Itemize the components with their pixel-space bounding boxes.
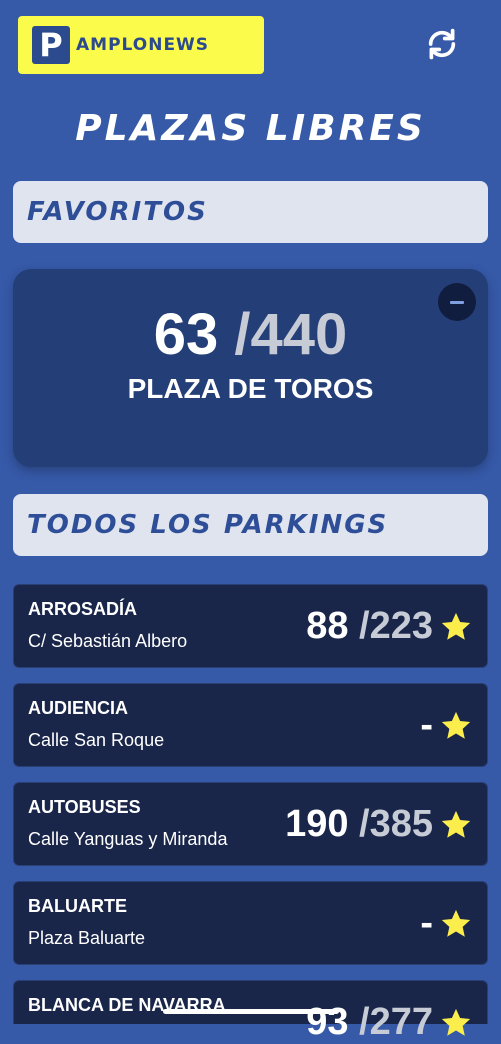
favorite-total: /440	[234, 302, 348, 367]
star-icon[interactable]	[439, 808, 473, 842]
parking-occupancy: -	[420, 704, 433, 747]
parking-free: -	[420, 902, 433, 944]
logo-text: AMPLONEWS	[76, 35, 210, 55]
parking-occupancy: 190 /385	[285, 803, 433, 846]
favorites-header: FAVORITOS	[13, 181, 488, 243]
star-icon[interactable]	[439, 709, 473, 743]
favorite-free: 63	[153, 302, 219, 367]
parking-address: C/ Sebastián Albero	[28, 631, 188, 651]
favorite-occupancy: 63 /440	[13, 301, 488, 368]
list-item[interactable]: BALUARTE Plaza Baluarte -	[13, 881, 488, 965]
parking-occupancy: -	[420, 902, 433, 945]
parking-total: /385	[359, 803, 433, 845]
star-icon[interactable]	[439, 610, 473, 644]
star-icon[interactable]	[439, 907, 473, 941]
parking-total: /223	[359, 605, 433, 647]
favorite-name: PLAZA DE TOROS	[127, 373, 374, 404]
parking-free: 190	[285, 803, 349, 845]
parking-occupancy: 93 /277	[306, 1001, 433, 1044]
parking-address: Plaza Baluarte	[28, 928, 146, 948]
top-bar: P AMPLONEWS	[0, 0, 501, 90]
parking-occupancy: 88 /223	[306, 605, 433, 648]
parking-name: BALUARTE	[28, 896, 127, 916]
parking-address: Calle Yanguas y Miranda	[28, 829, 228, 849]
parking-name: ARROSADÍA	[28, 599, 138, 619]
parking-name: AUDIENCIA	[28, 698, 129, 718]
list-item[interactable]: BLANCA DE NAVARRA 93 /277	[13, 980, 488, 1043]
parking-logo-icon: P	[32, 26, 70, 64]
list-item[interactable]: ARROSADÍA C/ Sebastián Albero 88 /223	[13, 584, 488, 668]
app-logo: P AMPLONEWS	[18, 16, 264, 74]
star-icon[interactable]	[439, 1006, 473, 1040]
home-indicator[interactable]	[163, 1009, 339, 1014]
parking-free: 88	[306, 605, 349, 647]
all-parkings-header: TODOS LOS PARKINGS	[13, 494, 488, 556]
parking-free: 93	[306, 1001, 349, 1043]
parking-name: AUTOBUSES	[28, 797, 141, 817]
parking-address: Calle San Roque	[28, 730, 165, 750]
refresh-icon	[428, 28, 456, 60]
page-title: PLAZAS LIBRES	[75, 108, 426, 149]
list-item[interactable]: AUDIENCIA Calle San Roque -	[13, 683, 488, 767]
parking-total: /277	[359, 1001, 433, 1043]
refresh-button[interactable]	[424, 26, 460, 62]
favorite-card[interactable]: 63 /440 PLAZA DE TOROS	[13, 269, 488, 467]
parking-free: -	[420, 704, 433, 746]
list-item[interactable]: AUTOBUSES Calle Yanguas y Miranda 190 /3…	[13, 782, 488, 866]
